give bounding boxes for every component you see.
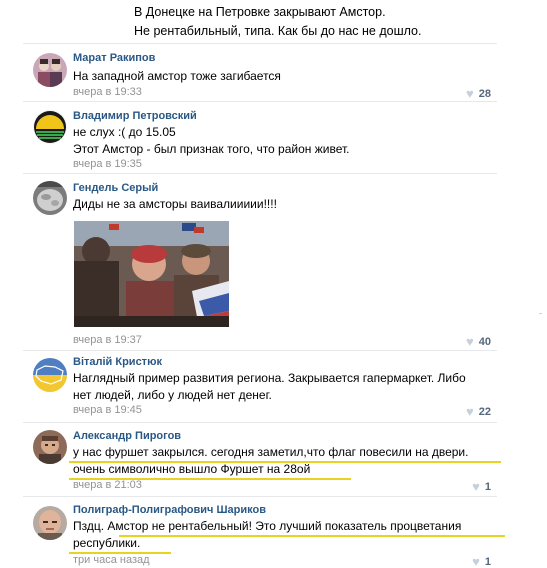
post-line: Не рентабильный, типа. Как бы до нас не … (134, 24, 422, 38)
comment-timestamp[interactable]: вчера в 19:45 (73, 404, 142, 416)
comment-author-link[interactable]: Владимир Петровский (73, 110, 197, 122)
comment-timestamp[interactable]: вчера в 21:03 (73, 479, 142, 491)
avatar-rock-icon[interactable] (33, 181, 67, 215)
comment-text-line: На западной амстор тоже загибается (73, 69, 281, 83)
heart-icon: ♥ (472, 554, 480, 568)
highlight-underline (69, 461, 501, 463)
scroll-indicator (539, 313, 542, 314)
avatar-ukraine-map-icon[interactable] (33, 358, 67, 392)
comment: Полиграф-Полиграфович Шариков Пздц. Амст… (23, 496, 505, 568)
like-button[interactable]: ♥ 28 (466, 86, 491, 101)
heart-icon: ♥ (466, 404, 474, 419)
comment-author-link[interactable]: Віталій Кристюк (73, 356, 162, 368)
comment-timestamp[interactable]: вчера в 19:33 (73, 86, 142, 98)
post-line: В Донецке на Петровке закрывают Амстор. (134, 5, 386, 19)
like-button[interactable]: ♥ 1 (472, 554, 491, 568)
avatar-man-icon[interactable] (33, 430, 67, 464)
crowd-photo-icon[interactable] (74, 221, 229, 327)
comment: Владимир Петровский не слух :( до 15.05 … (23, 101, 497, 174)
like-button[interactable]: ♥ 1 (472, 479, 491, 494)
comment-text: Диды не за амсторы ваивалиииии!!!! (73, 196, 277, 213)
comment: Віталій Кристюк Наглядный пример развити… (23, 350, 497, 423)
heart-icon: ♥ (466, 86, 474, 101)
avatar-two-people-icon[interactable] (33, 53, 67, 87)
comment-timestamp[interactable]: вчера в 19:35 (73, 158, 142, 170)
like-button[interactable]: ♥ 22 (466, 404, 491, 419)
comment-text-line: не слух :( до 15.05 (73, 125, 176, 139)
comment-text-line: Пздц. Амстор не рентабельный! Это лучший… (73, 519, 462, 533)
like-count: 22 (478, 405, 491, 418)
comment-text-line: нет людей, либо у людей нет денег. (73, 388, 272, 402)
comment-author-link[interactable]: Марат Ракипов (73, 52, 155, 64)
comment-text-line: очень символично вышло Фуршет на 28ой (73, 462, 311, 476)
comment-text: На западной амстор тоже загибается (73, 68, 281, 85)
avatar-bald-man-icon[interactable] (33, 506, 67, 540)
post-text: В Донецке на Петровке закрывают Амстор. … (134, 3, 421, 41)
comment-author-link[interactable]: Полиграф-Полиграфович Шариков (73, 504, 266, 516)
comment-text: Наглядный пример развития региона. Закры… (73, 370, 466, 404)
comment-text-line: Диды не за амсторы ваивалиииии!!!! (73, 197, 277, 211)
comment-text-line: у нас фуршет закрылся. сегодня заметил,ч… (73, 445, 469, 459)
comment-timestamp[interactable]: вчера в 19:37 (73, 334, 142, 346)
heart-icon: ♥ (466, 334, 474, 349)
comment: Гендель Серый Диды не за амсторы ваивали… (23, 173, 497, 351)
comment-author-link[interactable]: Гендель Серый (73, 182, 158, 194)
avatar-sunrise-logo-icon[interactable] (33, 110, 67, 144)
comments-page: В Донецке на Петровке закрывают Амстор. … (0, 0, 547, 568)
highlight-underline (119, 535, 505, 537)
like-count: 1 (484, 555, 491, 568)
like-button[interactable]: ♥ 40 (466, 334, 491, 349)
comment-text-line: республики. (73, 536, 141, 550)
heart-icon: ♥ (472, 479, 480, 494)
comment-text-line: Наглядный пример развития региона. Закры… (73, 371, 466, 385)
like-count: 28 (478, 87, 491, 100)
comment: Александр Пирогов у нас фуршет закрылся.… (23, 422, 501, 497)
like-count: 40 (478, 335, 491, 348)
comment-text-line: Этот Амстор - был признак того, что райо… (73, 142, 350, 156)
comment-timestamp[interactable]: три часа назад (73, 554, 150, 566)
comment-text: не слух :( до 15.05 Этот Амстор - был пр… (73, 124, 350, 158)
like-count: 1 (484, 480, 491, 493)
comment-author-link[interactable]: Александр Пирогов (73, 430, 181, 442)
comment: Марат Ракипов На западной амстор тоже за… (23, 43, 497, 102)
